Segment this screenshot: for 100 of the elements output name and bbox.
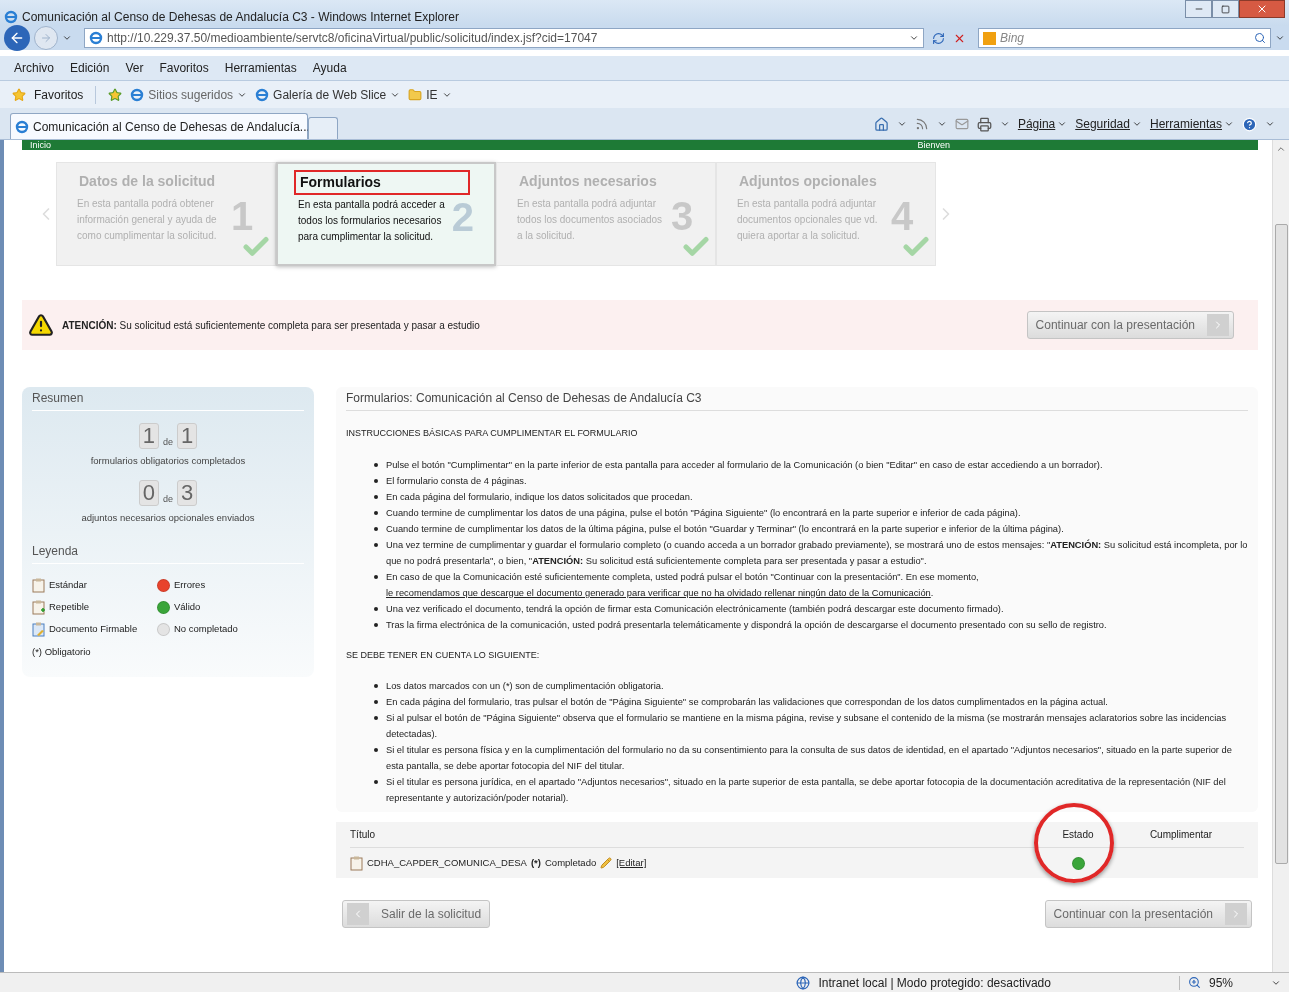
instruction-text: Si el titular es persona física y en la cumplimentación del formulario no da su consentimiento para la consulta de sus datos de identidad, en el apartado "Adjuntos necesarios", situado en la parte superior de esta pantalla, se debe aportar fotocopia del NIF del titular. [386, 744, 1233, 773]
instruction-text: El formulario consta de 4 páginas. [386, 474, 527, 488]
bullet-icon [374, 574, 378, 579]
search-options-icon[interactable] [1275, 33, 1285, 43]
new-tab-button[interactable] [308, 117, 338, 139]
dropdown-icon[interactable] [896, 119, 907, 129]
scroll-up-icon[interactable] [1276, 144, 1286, 154]
print-icon[interactable] [976, 116, 992, 132]
column-header: Título [350, 829, 375, 840]
bing-logo-icon [983, 31, 996, 45]
maximize-button[interactable] [1212, 0, 1239, 18]
dropdown-icon[interactable] [936, 119, 947, 129]
continue-button[interactable]: Continuar con la presentación [1044, 900, 1252, 928]
close-icon [1256, 3, 1268, 15]
command-menu[interactable]: Página [1017, 115, 1056, 133]
exit-button[interactable]: Salir de la solicitud [342, 900, 491, 928]
menu-item[interactable]: Favoritos [159, 59, 209, 77]
column-header: Estado [1062, 829, 1094, 840]
instruction-text: Cuando termine de cumplimentar los datos de una página, pulse el botón "Página Siguiente" (lo encontrará en la parte superior e inferior de cada página). [386, 506, 1021, 520]
clipboard-plus-icon [32, 599, 45, 615]
bullet-icon [374, 622, 378, 627]
browser-logo-icon [255, 87, 270, 102]
step-title: Datos de la solicitud [78, 172, 217, 191]
menu-item[interactable]: Ayuda [312, 59, 347, 77]
dropdown-icon[interactable] [1265, 119, 1275, 129]
required-mark: (*) [530, 855, 541, 870]
address-dropdown-icon[interactable] [909, 33, 919, 43]
search-field[interactable]: Bing [978, 28, 1271, 48]
counter-digit: 0 [139, 480, 159, 507]
address-field[interactable]: http://10.229.37.50/medioambiente/servtc8/oficinaVirtual/public/solicitud/index.jsf?cid=17047 [84, 28, 924, 48]
bullet-icon [374, 700, 378, 704]
legend-label: Válido [174, 599, 201, 614]
section-heading: SE DEBE TENER EN CUENTA LO SIGUIENTE: [346, 648, 541, 662]
step-description: En esta pantalla podrá obtener información general y ayuda de como cumplimentar la solicitud. [77, 197, 218, 243]
history-dropdown-icon[interactable] [62, 33, 72, 43]
menu-item[interactable]: Herramientas [224, 59, 297, 77]
dropdown-icon[interactable] [1224, 119, 1234, 129]
dropdown-icon[interactable] [1057, 119, 1068, 129]
step-description: En esta pantalla podrá acceder a todos los formularios necesarios para cumplimentar la solicitud. [298, 198, 446, 244]
zoom-level[interactable]: 95% [1208, 973, 1233, 992]
instruction-text: En caso de que la Comunicación esté suficientemente completa, usted podrá pulsar el botón "Continuar con la presentación". En ese momento, le recomendamos que descargue el documento generado para verificar que no ha olvidado rellenar ningún dato de la Comunicación. [386, 570, 980, 600]
instruction-text: Cuando termine de cumplimentar los datos de la última página, pulse el botón "Guardar y Terminar" (lo encontrará en la parte superior e inferior de la última página). [386, 522, 1064, 536]
menu-item[interactable]: Edición [70, 59, 110, 77]
scrollbar-thumb[interactable] [1274, 224, 1288, 864]
legend-label: Repetible [49, 599, 90, 614]
step-description: En esta pantalla podrá adjuntar todos los documentos asociados a la solicitud. [517, 197, 664, 243]
bullet-icon [374, 526, 378, 531]
panel-title: Resumen [32, 389, 304, 411]
instruction-text: Tras la firma electrónica de la comunicación, usted podrá presentarla telemáticamente y dispondrá la opción de descargarse el documento presentado con su sello de registro. [386, 618, 1107, 632]
nav-link[interactable]: Inicio [30, 141, 51, 150]
mail-icon[interactable] [954, 117, 969, 131]
counter-separator: de [163, 492, 173, 506]
bullet-icon [374, 716, 378, 720]
recommendation-link[interactable]: le recomendamos que descargue el documento generado para verificar que no ha olvidado rellenar ningún dato de la Comunicación [386, 587, 931, 598]
form-name: CDHA_CAPDER_COMUNICA_DESA [367, 855, 527, 870]
dropdown-icon[interactable] [999, 119, 1010, 129]
clipboard-icon [350, 855, 363, 871]
browser-logo-icon [4, 10, 18, 24]
maximize-icon [1221, 4, 1230, 14]
instruction-text: En cada página del formulario, tras pulsar el botón de "Página Siguiente" se comprobarán las validaciones que correspondan de los datos cumplimentados en la página actual. [386, 696, 1108, 709]
folder-icon [408, 87, 423, 102]
search-icon [1254, 32, 1266, 44]
menu-item[interactable]: Ver [125, 59, 144, 77]
favorites-link[interactable]: IE [426, 85, 438, 104]
forward-arrow-icon [40, 32, 52, 44]
command-menu[interactable]: Seguridad [1075, 115, 1130, 133]
instruction-text: Una vez verificado el documento, tendrá la opción de firmar esta Comunicación electrónicamente (también podrá descargar este documento firmado). [386, 602, 1004, 616]
menu-item[interactable]: Archivo [14, 59, 54, 77]
form-status: Completado [545, 855, 597, 870]
browser-tab[interactable]: Comunicación al Censo de Dehesas de Andalucía... [10, 113, 308, 139]
legend-label: Documento Firmable [49, 621, 138, 636]
window-title: Comunicación al Censo de Dehesas de Andalucía C3 - Windows Internet Explorer [22, 9, 460, 26]
command-menu[interactable]: Herramientas [1149, 115, 1222, 133]
favorites-button[interactable]: Favoritos [34, 85, 84, 104]
home-icon[interactable] [873, 116, 889, 132]
step-title: Adjuntos necesarios [518, 172, 658, 191]
feed-icon[interactable] [914, 117, 929, 131]
instruction-text: En cada página del formulario, indique los datos solicitados que procedan. [386, 490, 693, 504]
counter-caption: adjuntos necesarios opcionales enviados [81, 511, 255, 526]
browser-logo-icon [15, 119, 29, 134]
refresh-icon[interactable] [932, 31, 945, 45]
favorites-link[interactable]: Galería de Web Slice [273, 85, 387, 104]
continue-button[interactable]: Continuar con la presentación [1026, 311, 1234, 339]
legend-label: Estándar [49, 577, 88, 592]
bullet-icon [374, 606, 378, 611]
help-icon[interactable] [1242, 116, 1257, 132]
back-button[interactable] [4, 25, 30, 51]
clipboard-icon [32, 577, 45, 593]
counter-digit: 1 [177, 423, 197, 449]
favorites-link[interactable]: Sitios sugeridos [148, 85, 234, 104]
add-favorite-icon[interactable] [108, 87, 123, 102]
content-title: Formularios: Comunicación al Censo de Dehesas de Andalucía C3 [346, 389, 1248, 411]
counter-digit: 1 [139, 423, 159, 449]
dropdown-icon[interactable] [1131, 119, 1142, 129]
minimize-button[interactable] [1185, 0, 1212, 18]
edit-link[interactable]: [Editar] [616, 855, 647, 871]
bullet-icon [374, 542, 378, 547]
instruction-text: Si al pulsar el botón de "Página Siguiente" observa que el formulario se mantiene en la misma página, revise y subsane el contenido de la misma (se mostrarán mensajes aclaratorios sobre las incidencias detectadas). [386, 712, 1228, 741]
star-icon [12, 87, 26, 102]
bullet-icon [374, 684, 378, 688]
